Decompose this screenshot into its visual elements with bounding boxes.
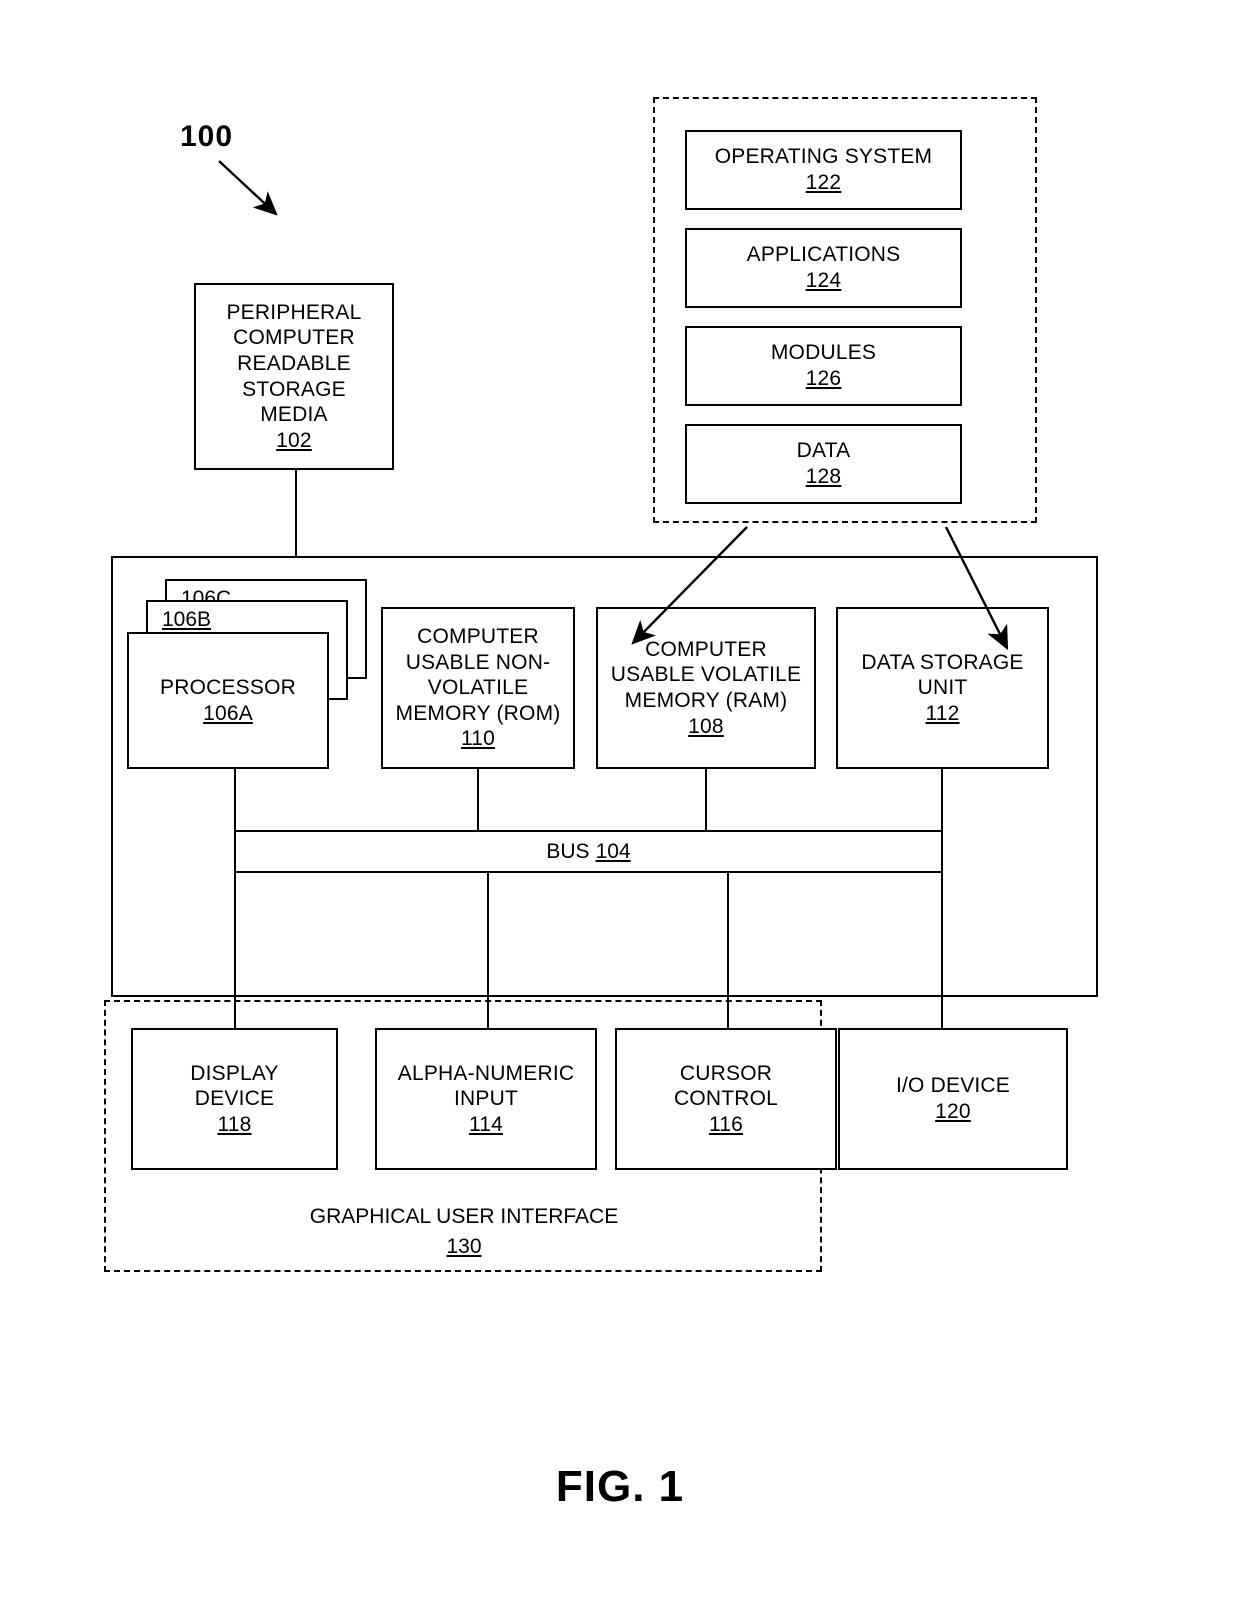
data-label: DATA <box>796 439 851 463</box>
alpha-numeric-number: 114 <box>468 1112 504 1136</box>
ram-line-2: MEMORY (RAM) <box>624 689 788 712</box>
peripheral-line-1: COMPUTER <box>233 326 355 350</box>
figure-caption: FIG. 1 <box>555 1462 685 1511</box>
gui-number: 130 <box>446 1235 482 1259</box>
peripheral-number: 102 <box>276 428 312 452</box>
data-storage-line-1: UNIT <box>917 676 968 700</box>
ram-number: 108 <box>688 714 724 738</box>
io-device-box: I/O DEVICE 120 <box>838 1028 1068 1170</box>
alpha-numeric-line-1: INPUT <box>454 1087 518 1111</box>
processor-number: 106A <box>203 701 253 725</box>
rom-line-0: COMPUTER <box>417 624 539 648</box>
connector-data-storage-to-bus <box>941 769 943 832</box>
display-device-box: DISPLAY DEVICE 118 <box>131 1028 338 1170</box>
processor-label: PROCESSOR <box>160 675 296 699</box>
peripheral-line-2: READABLE <box>237 351 351 375</box>
graphical-user-interface-caption: GRAPHICAL USER INTERFACE 130 <box>104 1202 824 1263</box>
rom-line-3: MEMORY (ROM) <box>395 701 561 725</box>
processor-106b-label: 106B <box>162 608 212 631</box>
data-number: 128 <box>805 465 842 488</box>
connector-processor-to-bus <box>234 769 236 832</box>
data-storage-number: 112 <box>925 701 960 725</box>
connector-bus-to-io-device <box>941 872 943 1029</box>
operating-system-label: OPERATING SYSTEM <box>714 145 933 169</box>
processor-box: PROCESSOR 106A <box>127 632 329 769</box>
cursor-control-number: 116 <box>708 1112 744 1136</box>
connector-peripheral-to-system <box>295 470 297 556</box>
peripheral-storage-media-box: PERIPHERAL COMPUTER READABLE STORAGE MED… <box>194 283 394 470</box>
reference-100-arrow <box>218 160 278 216</box>
rom-number: 110 <box>460 727 496 751</box>
system-bus: BUS 104 <box>234 830 943 873</box>
modules-label: MODULES <box>770 341 877 365</box>
rom-box: COMPUTER USABLE NON- VOLATILE MEMORY (RO… <box>381 607 575 769</box>
alpha-numeric-line-0: ALPHA-NUMERIC <box>397 1061 575 1085</box>
display-device-line-0: DISPLAY <box>190 1061 279 1085</box>
connector-bus-to-alpha-numeric <box>487 872 489 1029</box>
gui-label-text: GRAPHICAL USER INTERFACE <box>309 1205 619 1228</box>
cursor-control-line-1: CONTROL <box>673 1087 779 1111</box>
data-storage-line-0: DATA STORAGE <box>861 650 1024 674</box>
bus-label: BUS <box>546 839 590 863</box>
connector-bus-to-display <box>234 872 236 1029</box>
data-storage-unit-box: DATA STORAGE UNIT 112 <box>836 607 1049 769</box>
ram-line-1: USABLE VOLATILE <box>610 663 802 687</box>
connector-ram-to-bus <box>705 769 707 832</box>
ram-box: COMPUTER USABLE VOLATILE MEMORY (RAM) 10… <box>596 607 816 769</box>
applications-label: APPLICATIONS <box>746 243 901 267</box>
display-device-line-1: DEVICE <box>194 1087 275 1111</box>
peripheral-line-4: MEDIA <box>260 403 328 427</box>
cursor-control-line-0: CURSOR <box>679 1061 773 1085</box>
ram-line-0: COMPUTER <box>645 637 767 661</box>
rom-line-1: USABLE NON- <box>405 650 551 674</box>
connector-rom-to-bus <box>477 769 479 832</box>
figure-canvas: 100 PERIPHERAL COMPUTER READABLE STORAGE… <box>0 0 1240 1618</box>
cursor-control-box: CURSOR CONTROL 116 <box>615 1028 837 1170</box>
operating-system-number: 122 <box>805 171 842 194</box>
bus-number: 104 <box>595 839 631 863</box>
modules-number: 126 <box>805 367 842 390</box>
display-device-number: 118 <box>217 1112 252 1136</box>
modules-box: MODULES 126 <box>685 326 962 406</box>
connector-bus-to-cursor <box>727 872 729 1029</box>
applications-number: 124 <box>805 269 842 292</box>
peripheral-line-3: STORAGE <box>242 377 346 401</box>
system-reference-label: 100 <box>180 120 234 153</box>
io-device-number: 120 <box>935 1100 971 1123</box>
data-box: DATA 128 <box>685 424 962 504</box>
operating-system-box: OPERATING SYSTEM 122 <box>685 130 962 210</box>
rom-line-2: VOLATILE <box>427 676 529 700</box>
applications-box: APPLICATIONS 124 <box>685 228 962 308</box>
peripheral-line-0: PERIPHERAL <box>226 300 362 324</box>
alpha-numeric-input-box: ALPHA-NUMERIC INPUT 114 <box>375 1028 597 1170</box>
io-device-line-0: I/O DEVICE <box>895 1074 1011 1098</box>
